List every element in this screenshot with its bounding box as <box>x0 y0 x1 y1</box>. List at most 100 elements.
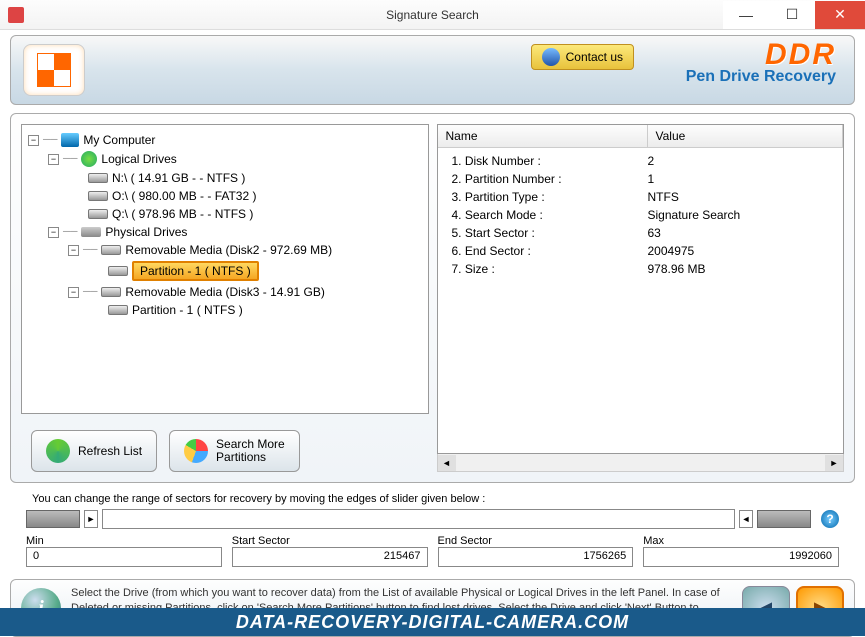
sector-slider[interactable]: ► ◄ ? <box>26 509 839 529</box>
maximize-button[interactable]: ☐ <box>769 1 815 29</box>
prop-value: 63 <box>648 226 844 240</box>
max-value: 1992060 <box>643 547 839 567</box>
slider-track[interactable] <box>102 509 735 529</box>
window-controls: — ☐ ✕ <box>723 1 865 29</box>
brand-logo-text: DDR <box>686 38 836 72</box>
tree-buttons: Refresh List Search More Partitions <box>31 430 419 472</box>
scroll-left-icon[interactable]: ◄ <box>438 455 456 471</box>
contact-label: Contact us <box>566 50 623 64</box>
person-icon <box>542 48 560 66</box>
property-row: 4. Search Mode :Signature Search <box>438 206 844 224</box>
slider-right-handle[interactable] <box>757 510 811 528</box>
tree-partition-selected[interactable]: Partition - 1 ( NTFS ) <box>108 259 422 283</box>
prop-name: 6. End Sector : <box>438 244 648 258</box>
prop-value: 1 <box>648 172 844 186</box>
start-sector-label: Start Sector <box>232 535 428 547</box>
end-sector-label: End Sector <box>438 535 634 547</box>
slider-left-handle[interactable] <box>26 510 80 528</box>
button-label: Search More Partitions <box>216 438 285 464</box>
tree-label: N:\ ( 14.91 GB - - NTFS ) <box>112 171 245 185</box>
brand-subtitle: Pen Drive Recovery <box>686 68 836 86</box>
properties-panel: Name Value 1. Disk Number :22. Partition… <box>437 124 845 472</box>
sector-fields: Min 0 Start Sector 215467 End Sector 175… <box>26 535 839 567</box>
tree-removable-2[interactable]: − ── Removable Media (Disk3 - 14.91 GB) <box>68 283 422 301</box>
prop-name: 5. Start Sector : <box>438 226 648 240</box>
drive-tree[interactable]: − ── My Computer − ── Logical Drives N:\… <box>21 124 429 414</box>
minimize-button[interactable]: — <box>723 1 769 29</box>
button-label: Refresh List <box>78 444 142 458</box>
main-panel: − ── My Computer − ── Logical Drives N:\… <box>10 113 855 483</box>
prop-name: 3. Partition Type : <box>438 190 648 204</box>
hdd-icon <box>108 305 128 315</box>
properties-table: Name Value 1. Disk Number :22. Partition… <box>437 124 845 454</box>
titlebar: Signature Search — ☐ ✕ <box>0 0 865 30</box>
tree-drive-o[interactable]: O:\ ( 980.00 MB - - FAT32 ) <box>88 187 422 205</box>
window-title: Signature Search <box>386 8 479 22</box>
end-sector-input[interactable]: 1756265 <box>438 547 634 567</box>
refresh-list-button[interactable]: Refresh List <box>31 430 157 472</box>
tree-removable-1[interactable]: − ── Removable Media (Disk2 - 972.69 MB) <box>68 241 422 259</box>
app-icon <box>8 7 24 23</box>
brand-block: DDR Pen Drive Recovery <box>686 38 836 86</box>
property-row: 1. Disk Number :2 <box>438 152 844 170</box>
property-row: 7. Size :978.96 MB <box>438 260 844 278</box>
tree-label-selected: Partition - 1 ( NTFS ) <box>132 261 259 281</box>
hdd-icon <box>88 209 108 219</box>
app-logo <box>23 44 85 96</box>
prop-value: Signature Search <box>648 208 844 222</box>
min-value: 0 <box>26 547 222 567</box>
start-sector-input[interactable]: 215467 <box>232 547 428 567</box>
collapse-icon[interactable]: − <box>28 135 39 146</box>
tree-logical-drives[interactable]: − ── Logical Drives <box>48 149 422 169</box>
hdd-icon <box>88 191 108 201</box>
help-icon[interactable]: ? <box>821 510 839 528</box>
scroll-right-icon[interactable]: ► <box>825 455 843 471</box>
contact-us-button[interactable]: Contact us <box>531 44 634 70</box>
min-label: Min <box>26 535 222 547</box>
tree-label: Partition - 1 ( NTFS ) <box>132 303 243 317</box>
slider-hint: You can change the range of sectors for … <box>26 493 839 505</box>
tree-physical-drives[interactable]: − ── Physical Drives <box>48 223 422 241</box>
property-row: 2. Partition Number :1 <box>438 170 844 188</box>
app-header: Contact us DDR Pen Drive Recovery <box>10 35 855 105</box>
search-more-partitions-button[interactable]: Search More Partitions <box>169 430 300 472</box>
col-header-name[interactable]: Name <box>438 125 648 147</box>
collapse-icon[interactable]: − <box>68 245 79 256</box>
hdd-icon <box>101 287 121 297</box>
slider-left-arrow-icon[interactable]: ► <box>84 510 98 528</box>
tree-label: Q:\ ( 978.96 MB - - NTFS ) <box>112 207 253 221</box>
property-row: 6. End Sector :2004975 <box>438 242 844 260</box>
prop-name: 7. Size : <box>438 262 648 276</box>
tree-root[interactable]: − ── My Computer <box>28 131 422 149</box>
collapse-icon[interactable]: − <box>48 227 59 238</box>
prop-name: 1. Disk Number : <box>438 154 648 168</box>
prop-name: 4. Search Mode : <box>438 208 648 222</box>
max-label: Max <box>643 535 839 547</box>
tree-label: Removable Media (Disk2 - 972.69 MB) <box>125 243 332 257</box>
tree-drive-q[interactable]: Q:\ ( 978.96 MB - - NTFS ) <box>88 205 422 223</box>
refresh-icon <box>46 439 70 463</box>
tree-drive-n[interactable]: N:\ ( 14.91 GB - - NTFS ) <box>88 169 422 187</box>
tree-label: My Computer <box>83 133 155 147</box>
horizontal-scrollbar[interactable]: ◄ ► <box>437 454 845 472</box>
prop-value: 2004975 <box>648 244 844 258</box>
collapse-icon[interactable]: − <box>48 154 59 165</box>
property-row: 5. Start Sector :63 <box>438 224 844 242</box>
pie-chart-icon <box>184 439 208 463</box>
tree-label: Logical Drives <box>101 152 176 166</box>
tree-label: Removable Media (Disk3 - 14.91 GB) <box>125 285 324 299</box>
hdd-icon <box>88 173 108 183</box>
sector-range-section: You can change the range of sectors for … <box>26 493 839 567</box>
col-header-value[interactable]: Value <box>648 125 844 147</box>
watermark: DATA-RECOVERY-DIGITAL-CAMERA.COM <box>0 608 865 636</box>
tree-partition-2[interactable]: Partition - 1 ( NTFS ) <box>108 301 422 319</box>
collapse-icon[interactable]: − <box>68 287 79 298</box>
slider-right-arrow-icon[interactable]: ◄ <box>739 510 753 528</box>
close-button[interactable]: ✕ <box>815 1 865 29</box>
hdd-icon <box>108 266 128 276</box>
prop-name: 2. Partition Number : <box>438 172 648 186</box>
computer-icon <box>61 133 79 147</box>
tree-label: O:\ ( 980.00 MB - - FAT32 ) <box>112 189 257 203</box>
drive-icon <box>81 227 101 237</box>
table-header: Name Value <box>438 125 844 148</box>
